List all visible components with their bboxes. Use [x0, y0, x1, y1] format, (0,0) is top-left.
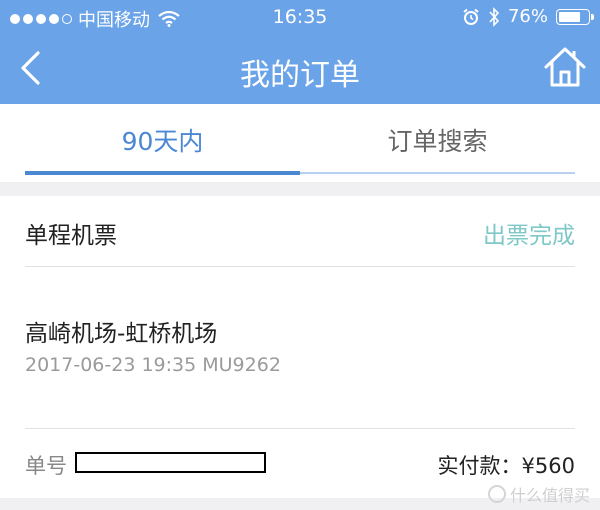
page-title: 我的订单: [240, 58, 360, 93]
bluetooth-icon: [489, 6, 500, 27]
battery-percent: 76%: [507, 6, 548, 27]
battery-tip: [591, 13, 594, 20]
flight-route: 高崎机场-虹桥机场: [25, 321, 218, 347]
battery-icon: [556, 8, 594, 25]
tab-order-search[interactable]: 订单搜索: [300, 122, 575, 158]
tab-active-indicator: [25, 171, 300, 175]
paid-value: ¥560: [521, 454, 575, 478]
nav-bar: 我的订单: [0, 34, 600, 104]
battery-fill: [559, 11, 580, 22]
alarm-icon: [463, 8, 479, 25]
watermark-logo-icon: [487, 485, 506, 503]
paid-amount: 实付款：¥560: [438, 450, 575, 480]
home-icon: [544, 47, 586, 87]
order-number-redacted: [75, 452, 266, 473]
status-right: 76%: [462, 6, 594, 27]
watermark: 什么值得买: [487, 482, 590, 506]
paid-label: 实付款：: [437, 454, 522, 478]
order-tabs: 90天内 订单搜索: [0, 104, 600, 182]
divider: [25, 428, 575, 429]
status-bar: 中国移动 16:35 76%: [0, 0, 600, 34]
order-card[interactable]: 单程机票 出票完成 高崎机场-虹桥机场 2017-06-23 19:35 MU9…: [0, 196, 600, 498]
watermark-text: 什么值得买: [509, 486, 590, 505]
app-header: 中国移动 16:35 76% 我的订单: [0, 0, 600, 104]
order-status: 出票完成: [483, 223, 575, 249]
order-number-label: 单号: [25, 454, 67, 478]
home-button[interactable]: [542, 44, 588, 90]
order-type: 单程机票: [25, 223, 117, 249]
divider: [25, 266, 575, 267]
flight-detail: 2017-06-23 19:35 MU9262: [25, 354, 281, 376]
tab-90-days[interactable]: 90天内: [25, 122, 300, 158]
